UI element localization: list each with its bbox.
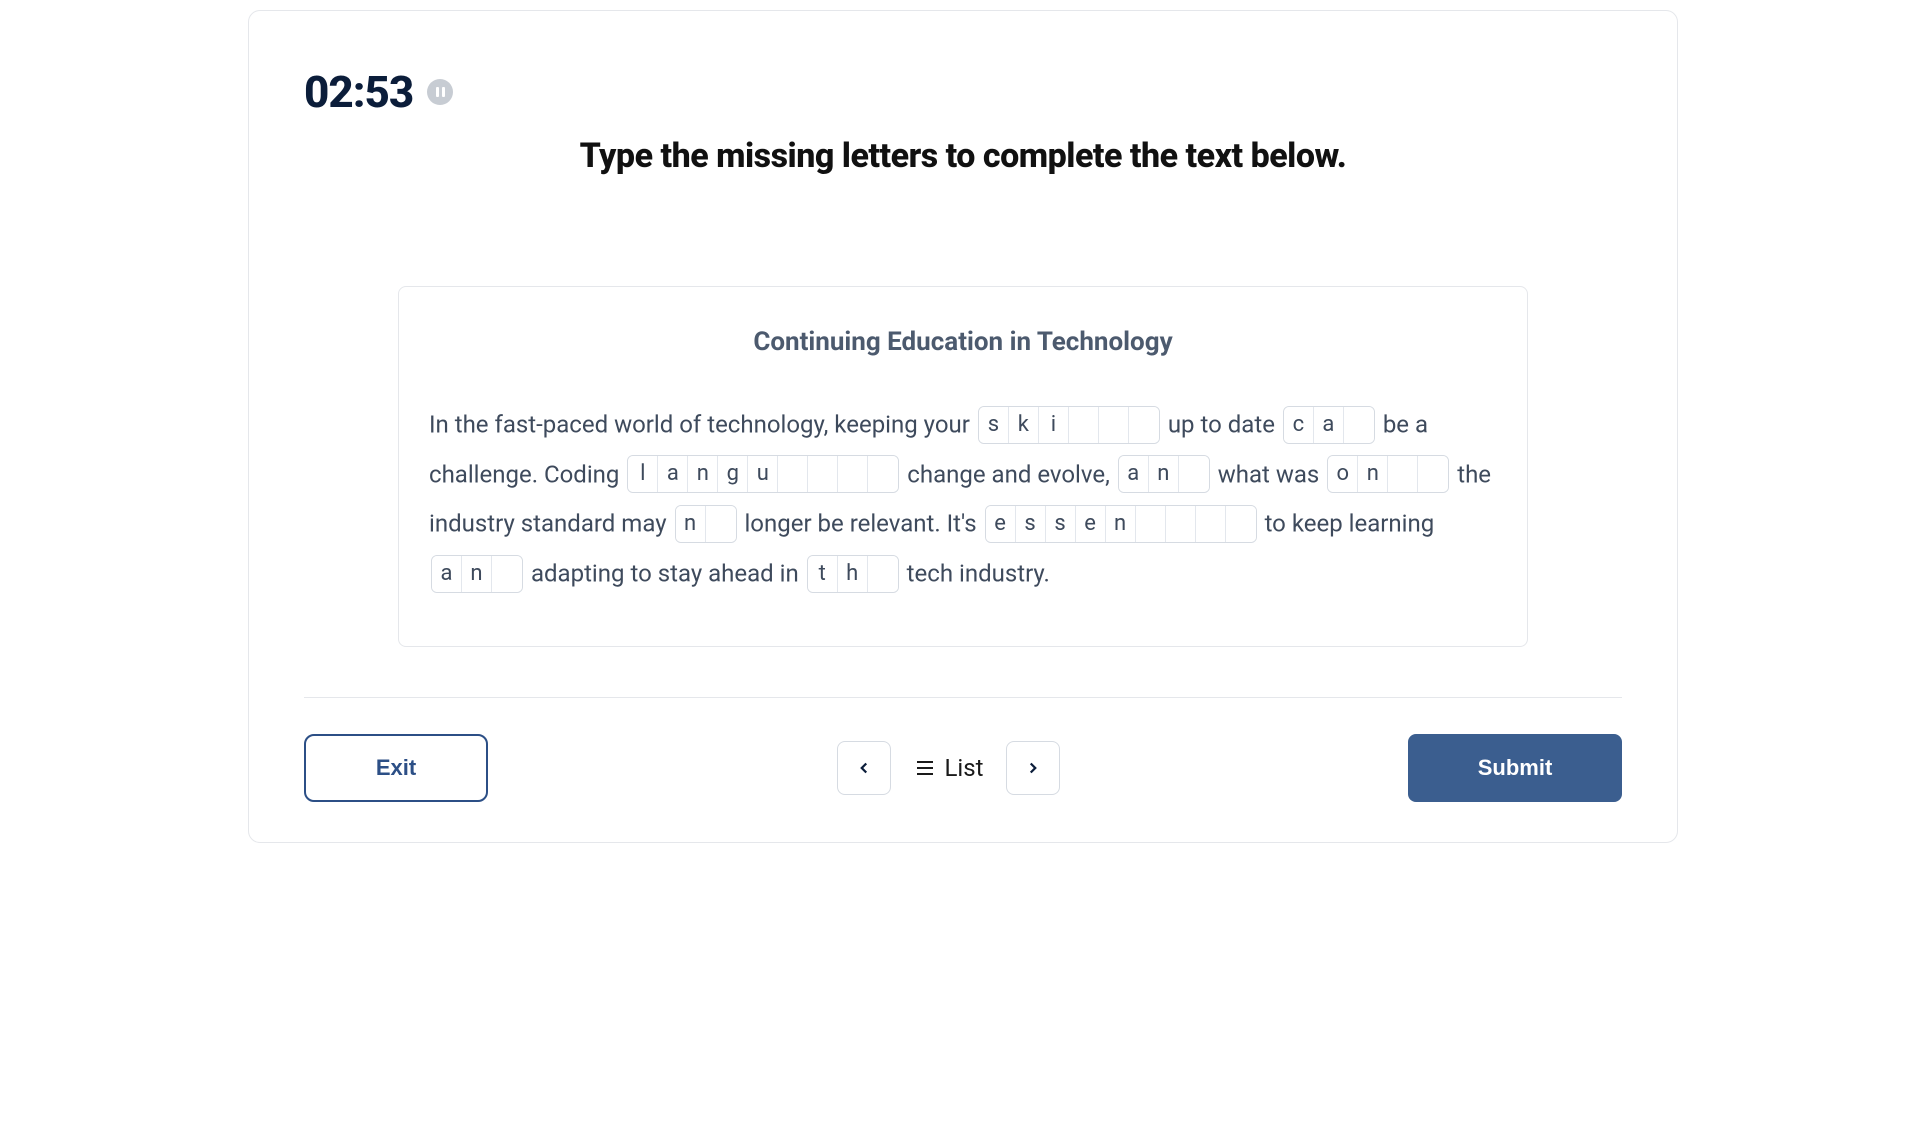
letter-input[interactable] <box>1136 506 1166 542</box>
cloze-word: an <box>431 555 523 593</box>
letter-given: s <box>1046 506 1076 542</box>
letter-given: n <box>676 506 706 542</box>
letter-given: c <box>1284 407 1314 443</box>
letter-given: s <box>979 407 1009 443</box>
letter-given: n <box>1106 506 1136 542</box>
letter-input[interactable] <box>1388 456 1418 492</box>
quiz-card: 02:53 Type the missing letters to comple… <box>248 10 1678 843</box>
letter-given: t <box>808 556 838 592</box>
cloze-word: ca <box>1283 406 1375 444</box>
letter-input[interactable] <box>1344 407 1374 443</box>
letter-given: i <box>1039 407 1069 443</box>
letter-input[interactable] <box>1129 407 1159 443</box>
prev-button[interactable] <box>837 741 891 795</box>
letter-input[interactable] <box>1166 506 1196 542</box>
nav-center: List <box>837 741 1060 795</box>
pause-button[interactable] <box>427 79 453 105</box>
letter-input[interactable] <box>808 456 838 492</box>
letter-given: g <box>718 456 748 492</box>
letter-input[interactable] <box>1196 506 1226 542</box>
pause-icon <box>436 87 445 97</box>
letter-given: a <box>1314 407 1344 443</box>
letter-given: k <box>1009 407 1039 443</box>
cloze-word: essen <box>985 505 1257 543</box>
letter-input[interactable] <box>492 556 522 592</box>
letter-given: e <box>1076 506 1106 542</box>
passage-text: longer be relevant. It's <box>739 510 983 538</box>
letter-given: a <box>658 456 688 492</box>
chevron-right-icon <box>1024 759 1042 777</box>
passage-text: change and evolve, <box>901 460 1115 488</box>
letter-given: a <box>432 556 462 592</box>
footer: Exit List Submit <box>304 734 1622 802</box>
letter-given: n <box>1358 456 1388 492</box>
letter-input[interactable] <box>706 506 736 542</box>
letter-given: h <box>838 556 868 592</box>
letter-given: o <box>1328 456 1358 492</box>
letter-given: u <box>748 456 778 492</box>
cloze-word: langu <box>627 455 899 493</box>
letter-given: a <box>1119 456 1149 492</box>
letter-given: n <box>462 556 492 592</box>
timer-row: 02:53 <box>304 66 1622 118</box>
passage-box: Continuing Education in Technology In th… <box>398 286 1528 647</box>
letter-given: n <box>1149 456 1179 492</box>
letter-input[interactable] <box>1226 506 1256 542</box>
passage-text: In the fast-paced world of technology, k… <box>429 411 976 439</box>
cloze-word: ski <box>978 406 1160 444</box>
letter-input[interactable] <box>1099 407 1129 443</box>
cloze-word: on <box>1327 455 1449 493</box>
letter-input[interactable] <box>868 556 898 592</box>
passage-text: to keep learning <box>1259 510 1435 538</box>
letter-input[interactable] <box>1418 456 1448 492</box>
letter-input[interactable] <box>1069 407 1099 443</box>
list-icon <box>913 756 937 780</box>
passage-text: what was <box>1212 460 1326 488</box>
chevron-left-icon <box>855 759 873 777</box>
letter-input[interactable] <box>778 456 808 492</box>
passage-text: adapting to stay ahead in <box>525 560 805 588</box>
passage-body: In the fast-paced world of technology, k… <box>429 399 1497 598</box>
letter-input[interactable] <box>838 456 868 492</box>
submit-button[interactable]: Submit <box>1408 734 1622 802</box>
cloze-word: an <box>1118 455 1210 493</box>
letter-input[interactable] <box>1179 456 1209 492</box>
exit-button[interactable]: Exit <box>304 734 488 802</box>
list-button[interactable]: List <box>913 754 984 782</box>
passage-text: tech industry. <box>901 560 1050 588</box>
letter-input[interactable] <box>868 456 898 492</box>
letter-given: e <box>986 506 1016 542</box>
cloze-word: n <box>675 505 737 543</box>
divider <box>304 697 1622 698</box>
letter-given: n <box>688 456 718 492</box>
next-button[interactable] <box>1006 741 1060 795</box>
passage-title: Continuing Education in Technology <box>429 327 1497 357</box>
passage-text: up to date <box>1162 411 1281 439</box>
cloze-word: th <box>807 555 899 593</box>
instruction-heading: Type the missing letters to complete the… <box>304 136 1622 176</box>
letter-given: s <box>1016 506 1046 542</box>
list-label: List <box>945 754 984 782</box>
timer-display: 02:53 <box>304 66 413 118</box>
letter-given: l <box>628 456 658 492</box>
